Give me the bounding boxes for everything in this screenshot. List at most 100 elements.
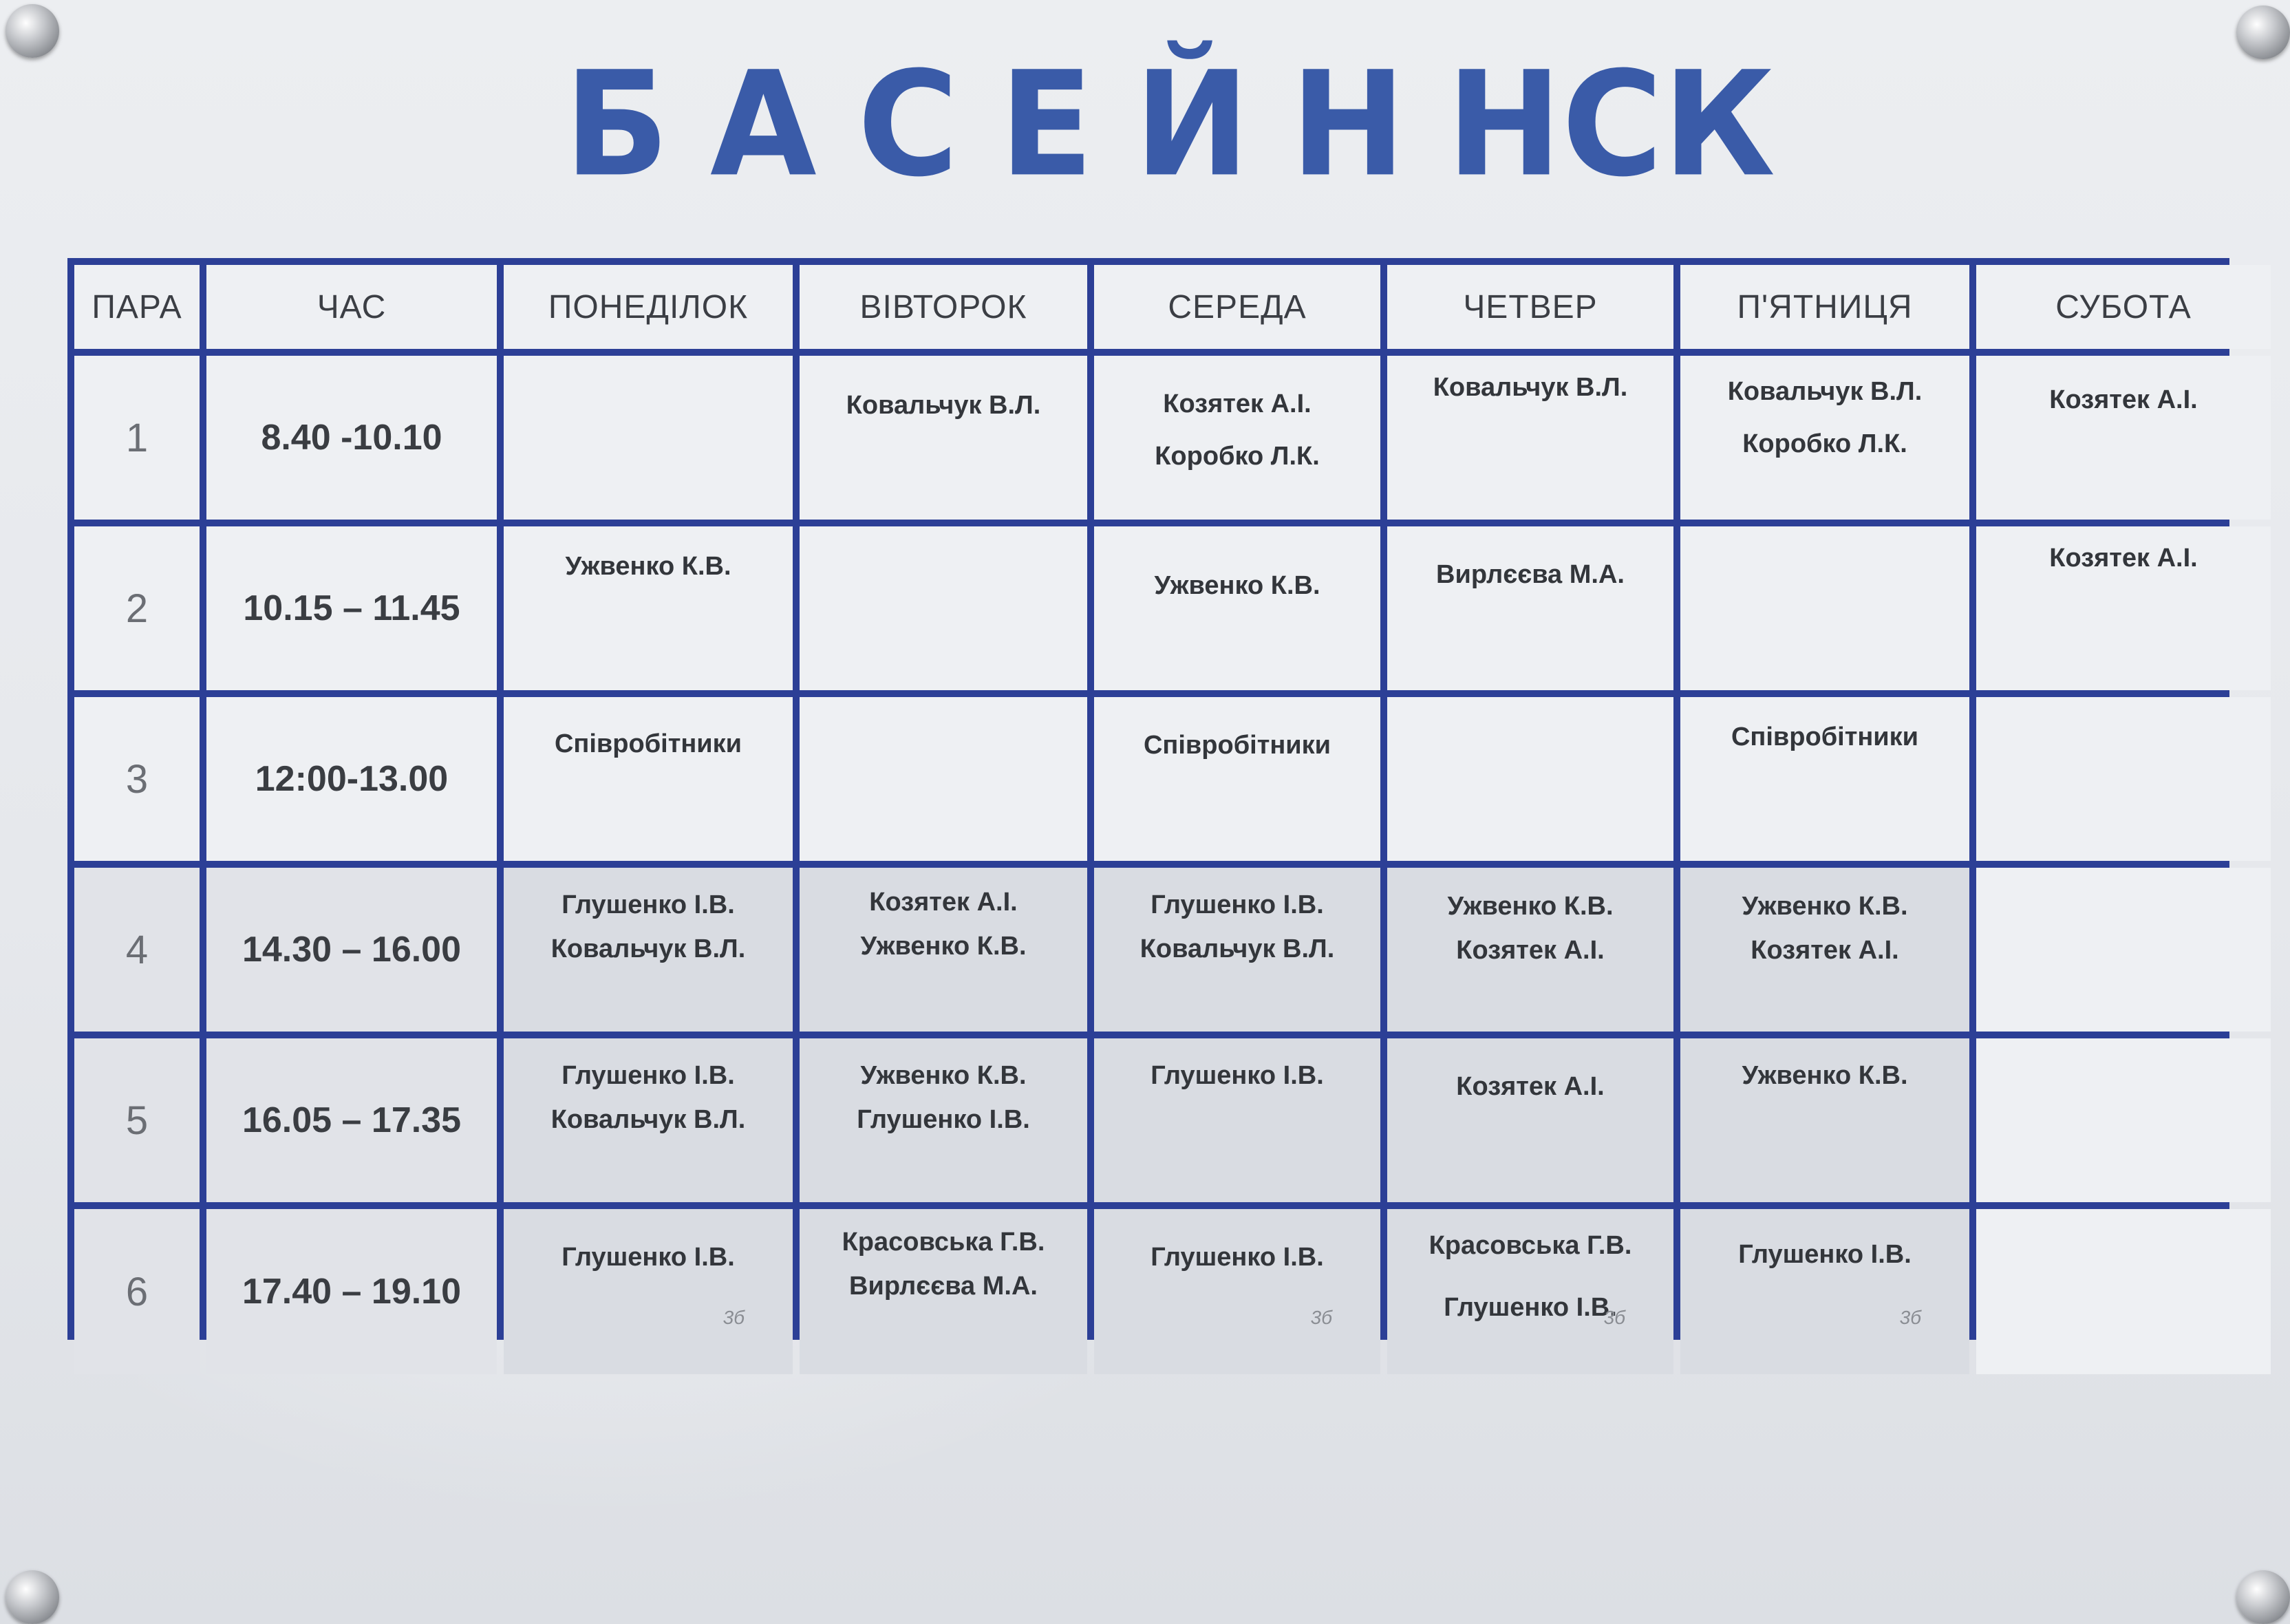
row-number: 6 bbox=[74, 1209, 200, 1374]
screw-icon bbox=[2236, 6, 2290, 59]
instructor-name: Глушенко І.В. bbox=[561, 1243, 735, 1272]
instructor-list: Ужвенко К.В. Козятек А.І. bbox=[1680, 884, 1969, 972]
schedule-cell-saturday bbox=[1976, 697, 2271, 861]
schedule-cell-thursday: Вирлєєва М.А. bbox=[1387, 526, 1673, 690]
schedule-cell-friday: Співробітники bbox=[1680, 697, 1969, 861]
screw-icon bbox=[2236, 1570, 2290, 1624]
row-time: 10.15 – 11.45 bbox=[206, 526, 497, 690]
schedule-cell-friday bbox=[1680, 526, 1969, 690]
schedule-cell-wednesday: Глушенко І.В. bbox=[1094, 1038, 1380, 1202]
instructor-list: Козятек А.І. Коробко Л.К. bbox=[1094, 378, 1380, 482]
header-tuesday: ВІВТОРОК bbox=[800, 265, 1087, 349]
instructor-list: Співробітники bbox=[504, 722, 793, 766]
instructor-list: Козятек А.І. bbox=[1976, 378, 2271, 422]
title-letter: Б bbox=[564, 41, 670, 209]
schedule-cell-tuesday bbox=[800, 697, 1087, 861]
schedule-cell-friday: Глушенко І.В. 3б bbox=[1680, 1209, 1969, 1374]
title-letter: А bbox=[709, 41, 817, 209]
schedule-cell-saturday bbox=[1976, 868, 2271, 1032]
row-number: 5 bbox=[74, 1038, 200, 1202]
schedule-cell-thursday: Ужвенко К.В. Козятек А.І. bbox=[1387, 868, 1673, 1032]
instructor-name: Співробітники bbox=[1731, 723, 1919, 751]
instructor-name: Глушенко І.В. bbox=[561, 1061, 735, 1090]
instructor-list: Ужвенко К.В. bbox=[1680, 1054, 1969, 1098]
instructor-list: Ужвенко К.В. bbox=[1094, 564, 1380, 608]
instructor-name: Красовська Г.В. bbox=[842, 1228, 1045, 1257]
instructor-list: Глушенко І.В. bbox=[1680, 1232, 1969, 1276]
instructor-name: Ковальчук В.Л. bbox=[550, 934, 746, 963]
instructor-list: Ужвенко К.В. bbox=[504, 544, 793, 588]
handwritten-note: 3б bbox=[1603, 1307, 1625, 1328]
schedule-cell-saturday bbox=[1976, 1209, 2271, 1374]
instructor-name: Глушенко І.В. bbox=[1738, 1240, 1912, 1269]
schedule-cell-wednesday: Співробітники bbox=[1094, 697, 1380, 861]
schedule-cell-tuesday: Козятек А.І. Ужвенко К.В. bbox=[800, 868, 1087, 1032]
instructor-name: Козятек А.І. bbox=[1456, 1072, 1605, 1101]
schedule-cell-monday bbox=[504, 356, 793, 520]
instructor-name: Козятек А.І. bbox=[869, 888, 1018, 917]
instructor-name: Козятек А.І. bbox=[1751, 936, 1899, 965]
instructor-name: Ковальчук В.Л. bbox=[550, 1105, 746, 1134]
row-number: 2 bbox=[74, 526, 200, 690]
screw-icon bbox=[6, 4, 59, 58]
instructor-name: Ковальчук В.Л. bbox=[1433, 373, 1628, 402]
instructor-name: Козятек А.І. bbox=[1456, 936, 1605, 965]
instructor-list: Глушенко І.В. bbox=[1094, 1235, 1380, 1279]
schedule-cell-monday: Ужвенко К.В. bbox=[504, 526, 793, 690]
instructor-name: Глушенко І.В. bbox=[561, 890, 735, 919]
header-para: ПАРА bbox=[74, 265, 200, 349]
instructor-name: Козятек А.І. bbox=[2049, 544, 2198, 573]
row-time: 16.05 – 17.35 bbox=[206, 1038, 497, 1202]
instructor-list: Козятек А.І. bbox=[1976, 536, 2271, 580]
schedule-cell-wednesday: Глушенко І.В. Ковальчук В.Л. bbox=[1094, 868, 1380, 1032]
instructor-name: Коробко Л.К. bbox=[1155, 442, 1320, 471]
header-monday: ПОНЕДІЛОК bbox=[504, 265, 793, 349]
schedule-cell-tuesday: Красовська Г.В. Вирлєєва М.А. bbox=[800, 1209, 1087, 1374]
instructor-list: Красовська Г.В. Вирлєєва М.А. bbox=[800, 1220, 1087, 1308]
schedule-cell-saturday bbox=[1976, 1038, 2271, 1202]
instructor-name: Співробітники bbox=[554, 729, 742, 758]
screw-icon bbox=[6, 1570, 59, 1624]
schedule-cell-wednesday: Козятек А.І. Коробко Л.К. bbox=[1094, 356, 1380, 520]
instructor-name: Глушенко І.В. bbox=[857, 1105, 1030, 1134]
header-thursday: ЧЕТВЕР bbox=[1387, 265, 1673, 349]
schedule-table: ПАРА ЧАС ПОНЕДІЛОК ВІВТОРОК СЕРЕДА ЧЕТВЕ… bbox=[67, 258, 2271, 1374]
title-letter: Й bbox=[1134, 41, 1250, 209]
instructor-name: Співробітники bbox=[1143, 731, 1331, 760]
row-time: 8.40 -10.10 bbox=[206, 356, 497, 520]
schedule-cell-thursday bbox=[1387, 697, 1673, 861]
instructor-list: Ковальчук В.Л. bbox=[800, 383, 1087, 427]
schedule-cell-monday: Співробітники bbox=[504, 697, 793, 861]
instructor-list: Глушенко І.В. Ковальчук В.Л. bbox=[504, 1054, 793, 1142]
instructor-name: Ужвенко К.В. bbox=[1154, 571, 1320, 600]
instructor-name: Ужвенко К.В. bbox=[1742, 892, 1908, 921]
instructor-name: Ужвенко К.В. bbox=[1742, 1061, 1908, 1090]
schedule-cell-saturday: Козятек А.І. bbox=[1976, 526, 2271, 690]
row-number: 1 bbox=[74, 356, 200, 520]
instructor-list: Глушенко І.В. bbox=[1094, 1054, 1380, 1098]
instructor-list: Глушенко І.В. Ковальчук В.Л. bbox=[1094, 883, 1380, 971]
schedule-cell-tuesday bbox=[800, 526, 1087, 690]
title-letter: Н bbox=[1290, 41, 1406, 209]
instructor-list: Ковальчук В.Л. bbox=[1387, 365, 1673, 409]
instructor-list: Глушенко І.В. Ковальчук В.Л. bbox=[504, 883, 793, 971]
instructor-name: Ковальчук В.Л. bbox=[846, 391, 1041, 420]
instructor-list: Співробітники bbox=[1680, 715, 1969, 759]
instructor-name: Ужвенко К.В. bbox=[565, 552, 731, 581]
instructor-list: Ковальчук В.Л. Коробко Л.К. bbox=[1680, 365, 1969, 470]
row-time: 14.30 – 16.00 bbox=[206, 868, 497, 1032]
instructor-list: Козятек А.І. bbox=[1387, 1065, 1673, 1109]
instructor-name: Глушенко І.В. bbox=[1151, 1061, 1324, 1090]
instructor-name: Ужвенко К.В. bbox=[1447, 892, 1614, 921]
instructor-list: Співробітники bbox=[1094, 723, 1380, 767]
handwritten-note: 3б bbox=[723, 1307, 745, 1328]
instructor-name: Ковальчук В.Л. bbox=[1139, 934, 1335, 963]
schedule-cell-tuesday: Ужвенко К.В. Глушенко І.В. bbox=[800, 1038, 1087, 1202]
instructor-list: Вирлєєва М.А. bbox=[1387, 553, 1673, 597]
row-number: 4 bbox=[74, 868, 200, 1032]
instructor-name: Ковальчук В.Л. bbox=[1727, 377, 1923, 406]
title-letter: Е bbox=[999, 41, 1094, 209]
schedule-cell-friday: Ужвенко К.В. Козятек А.І. bbox=[1680, 868, 1969, 1032]
header-friday: П'ЯТНИЦЯ bbox=[1680, 265, 1969, 349]
schedule-cell-monday: Глушенко І.В. 3б bbox=[504, 1209, 793, 1374]
